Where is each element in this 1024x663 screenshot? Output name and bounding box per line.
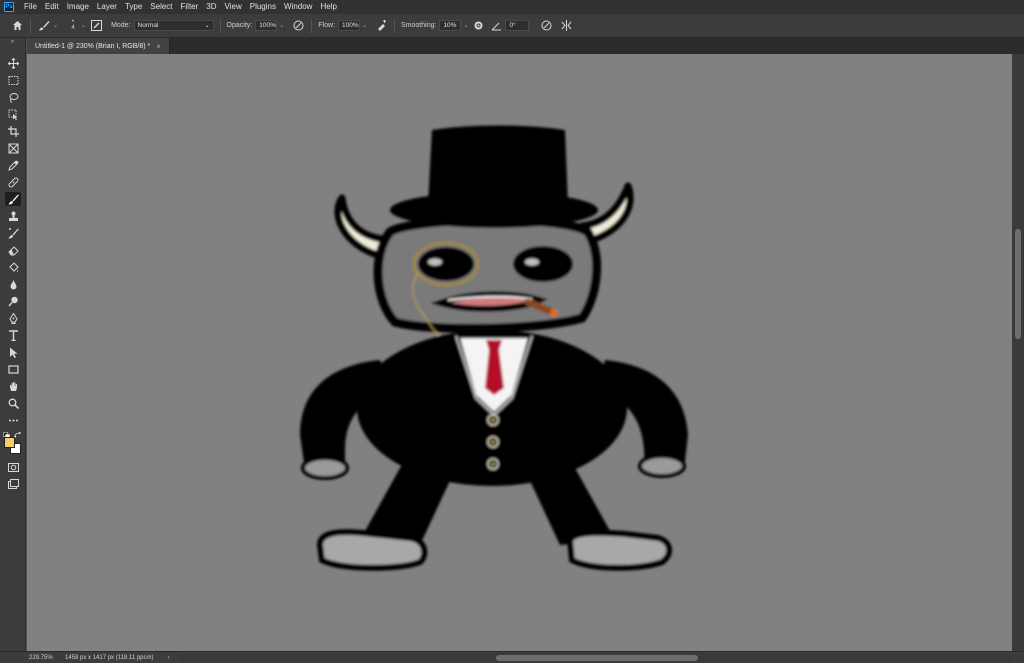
opacity-input[interactable]: 100% bbox=[255, 20, 278, 31]
pressure-opacity-icon[interactable] bbox=[291, 19, 305, 33]
smoothing-value: 10% bbox=[443, 22, 457, 29]
horizontal-scroll-thumb[interactable] bbox=[496, 655, 698, 661]
status-bar: 229.75% 1458 px x 1417 px (118.11 ppcm) … bbox=[0, 651, 1024, 663]
close-icon[interactable]: × bbox=[156, 42, 161, 51]
eyedropper-tool-icon[interactable] bbox=[5, 158, 21, 172]
flow-label: Flow: bbox=[318, 22, 335, 29]
pressure-size-icon[interactable] bbox=[539, 19, 553, 33]
healing-brush-tool-icon[interactable] bbox=[5, 175, 21, 189]
path-select-tool-icon[interactable] bbox=[5, 345, 21, 359]
smoothing-input[interactable]: 10% bbox=[439, 20, 462, 31]
dodge-tool-icon[interactable] bbox=[5, 294, 21, 308]
vertical-scroll-thumb[interactable] bbox=[1015, 229, 1021, 339]
history-brush-tool-icon[interactable] bbox=[5, 226, 21, 240]
menu-3d[interactable]: 3D bbox=[202, 0, 220, 14]
mode-select[interactable]: Normal ⌄ bbox=[133, 20, 214, 31]
marquee-tool-icon[interactable] bbox=[5, 73, 21, 87]
photoshop-window: Ps File Edit Image Layer Type Select Fil… bbox=[0, 0, 1024, 663]
paint-bucket-tool-icon[interactable] bbox=[5, 260, 21, 274]
options-bar: ⌄ • 4 ⌄ Mode: Normal ⌄ Opacity: 100% ⌄ F… bbox=[0, 14, 1024, 38]
pen-tool-icon[interactable] bbox=[5, 311, 21, 325]
document-tab[interactable]: Untitled-1 @ 230% (Brian I, RGB/8) * × bbox=[27, 38, 170, 54]
airbrush-icon[interactable] bbox=[374, 19, 388, 33]
move-tool-icon[interactable] bbox=[5, 56, 21, 70]
separator bbox=[394, 18, 396, 33]
opacity-value: 100% bbox=[259, 22, 276, 29]
frame-tool-icon[interactable] bbox=[5, 141, 21, 155]
crop-tool-icon[interactable] bbox=[5, 124, 21, 138]
object-select-tool-icon[interactable] bbox=[5, 107, 21, 121]
eraser-tool-icon[interactable] bbox=[5, 243, 21, 257]
menu-edit[interactable]: Edit bbox=[41, 0, 63, 14]
document-info: 1458 px x 1417 px (118.11 ppcm) bbox=[65, 654, 154, 661]
artwork-illustration bbox=[300, 125, 688, 571]
document-tab-title: Untitled-1 @ 230% (Brian I, RGB/8) * bbox=[35, 42, 151, 50]
gear-icon[interactable] bbox=[471, 19, 485, 33]
separator bbox=[30, 18, 31, 33]
brush-tool-icon[interactable] bbox=[5, 192, 21, 206]
flow-input[interactable]: 100% bbox=[337, 20, 360, 31]
chevron-down-icon[interactable]: ⌄ bbox=[463, 22, 468, 29]
chevron-down-icon[interactable]: ⌄ bbox=[279, 22, 284, 29]
menu-select[interactable]: Select bbox=[146, 0, 176, 14]
menu-view[interactable]: View bbox=[221, 0, 246, 14]
menu-image[interactable]: Image bbox=[63, 0, 93, 14]
swap-colors-icon[interactable] bbox=[13, 426, 22, 439]
separator bbox=[219, 18, 221, 33]
clone-stamp-tool-icon[interactable] bbox=[5, 209, 21, 223]
zoom-tool-icon[interactable] bbox=[5, 396, 21, 410]
blur-tool-icon[interactable] bbox=[5, 277, 21, 291]
menu-filter[interactable]: Filter bbox=[177, 0, 203, 14]
foreground-color-swatch[interactable] bbox=[4, 437, 15, 448]
screen-mode-icon[interactable] bbox=[5, 477, 21, 491]
flow-value: 100% bbox=[341, 22, 359, 29]
angle-value: 0° bbox=[509, 22, 516, 29]
zoom-level-field[interactable]: 229.75% bbox=[27, 653, 61, 663]
menu-layer[interactable]: Layer bbox=[93, 0, 121, 14]
status-menu-icon[interactable]: › bbox=[168, 655, 170, 661]
tools-panel: » bbox=[0, 38, 26, 651]
symmetry-icon[interactable] bbox=[559, 19, 573, 33]
menu-file[interactable]: File bbox=[20, 0, 41, 14]
smoothing-label: Smoothing: bbox=[401, 22, 437, 29]
document-tab-bar: Untitled-1 @ 230% (Brian I, RGB/8) * × bbox=[27, 38, 1024, 54]
hand-tool-icon[interactable] bbox=[5, 379, 21, 393]
menu-help[interactable]: Help bbox=[316, 0, 340, 14]
photoshop-logo: Ps bbox=[4, 2, 14, 12]
document-canvas[interactable] bbox=[27, 54, 1012, 651]
menu-plugins[interactable]: Plugins bbox=[246, 0, 280, 14]
menu-window[interactable]: Window bbox=[280, 0, 316, 14]
chevron-down-icon: ⌄ bbox=[204, 23, 210, 29]
chevron-down-icon[interactable]: ⌄ bbox=[53, 22, 58, 29]
brush-settings-icon[interactable] bbox=[89, 19, 103, 33]
separator bbox=[311, 18, 313, 33]
collapse-panel-icon[interactable]: » bbox=[0, 38, 25, 46]
horizontal-scrollbar[interactable] bbox=[180, 653, 1012, 663]
rectangle-tool-icon[interactable] bbox=[5, 362, 21, 376]
type-tool-icon[interactable] bbox=[5, 328, 21, 342]
brush-size-value: 4 bbox=[71, 25, 75, 31]
more-tools-icon[interactable] bbox=[5, 413, 21, 427]
chevron-down-icon[interactable]: ⌄ bbox=[81, 22, 86, 29]
menu-bar: Ps File Edit Image Layer Type Select Fil… bbox=[0, 0, 1024, 14]
home-icon[interactable] bbox=[10, 19, 24, 33]
menu-type[interactable]: Type bbox=[121, 0, 146, 14]
angle-input[interactable]: 0° bbox=[505, 20, 530, 31]
angle-icon bbox=[489, 19, 503, 33]
default-colors-icon[interactable] bbox=[3, 426, 10, 439]
brush-size-picker[interactable]: • 4 bbox=[67, 19, 79, 32]
mode-label: Mode: bbox=[111, 22, 131, 29]
chevron-down-icon[interactable]: ⌄ bbox=[362, 22, 367, 29]
quick-mask-icon[interactable] bbox=[5, 460, 21, 474]
mode-value: Normal bbox=[137, 22, 159, 29]
vertical-scrollbar[interactable] bbox=[1012, 54, 1024, 651]
brush-preset-icon[interactable] bbox=[37, 19, 51, 33]
opacity-label: Opacity: bbox=[226, 22, 253, 29]
lasso-tool-icon[interactable] bbox=[5, 90, 21, 104]
